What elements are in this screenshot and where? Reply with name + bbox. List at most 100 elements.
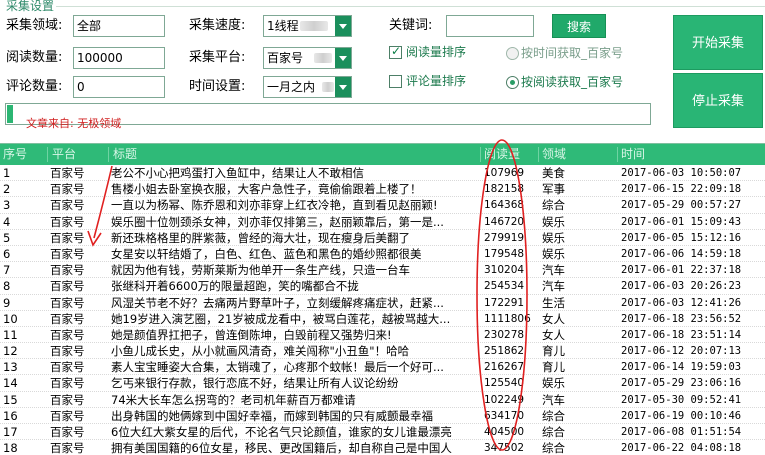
- cell-reads: 1111806: [484, 312, 531, 325]
- table-row[interactable]: 15 百家号 74米大长车怎么拐弯的？老司机年薪百万都难请 102249 汽车 2017-…: [0, 392, 765, 408]
- cell-title: 她19岁进入演艺圈，21岁被成龙看中，被骂白莲花，越被骂越大...: [111, 311, 451, 326]
- comment-sort-label[interactable]: 评论量排序: [406, 73, 466, 89]
- chevron-down-icon[interactable]: [335, 48, 351, 68]
- cell-reads: 172291: [484, 296, 525, 309]
- cell-time: 2017-06-12 20:07:13: [621, 345, 742, 358]
- header-platform[interactable]: 平台: [52, 144, 76, 165]
- cell-time: 2017-06-03 12:41:26: [621, 296, 742, 309]
- cell-reads: 107969: [484, 167, 525, 179]
- header-separator: [47, 147, 48, 162]
- by-time-radio[interactable]: [506, 47, 519, 60]
- table-row[interactable]: 1 百家号 老公不小心把鸡蛋打入鱼缸中，结果让人不敢相信 107969 美食 2017-0…: [0, 165, 765, 182]
- time-select-value: 一月之内: [267, 80, 316, 94]
- stop-button[interactable]: 停止采集: [673, 73, 763, 128]
- read-sort-label[interactable]: 阅读量排序: [406, 44, 466, 60]
- table-row[interactable]: 3 百家号 一直以为杨幂、陈乔恩和刘亦菲穿上红衣冷艳，直到看见赵丽颖! 164368 综…: [0, 197, 765, 214]
- cell-title: 拥有美国国籍的6位女星，移民、更改国籍后，却自称自己是中国人: [111, 441, 452, 455]
- cell-time: 2017-06-03 10:50:07: [621, 167, 742, 179]
- table-row[interactable]: 14 百家号 乞丐来银行存款，银行恋底不好，结果让所有人议论纷纷 125540 娱乐 20…: [0, 375, 765, 392]
- read-sort-checkbox[interactable]: [389, 44, 402, 59]
- header-no[interactable]: 序号: [3, 144, 27, 165]
- cell-title: 张继科开着6600万的限量超跑，笑的嘴都合不拢: [111, 279, 359, 294]
- table-row[interactable]: 16 百家号 出身韩国的她俩嫁到中国好幸福，而嫁到韩国的只有威颤最幸福 634170 综…: [0, 408, 765, 424]
- cell-reads: 102249: [484, 393, 525, 406]
- table-row[interactable]: 5 百家号 新还珠格格里的胖紫薇，曾经的海大壮，现在瘦身后美翻了 279919 娱乐 20…: [0, 230, 765, 246]
- results-table[interactable]: 序号 平台 标题 阅读量 领域 时间 1 百家号 老公不小心把鸡蛋打入鱼缸中，结果让…: [0, 143, 765, 455]
- cell-domain: 综合: [542, 198, 565, 213]
- cell-time: 2017-06-15 22:09:18: [621, 183, 742, 196]
- cell-domain: 生活: [542, 295, 565, 310]
- table-row[interactable]: 2 百家号 售楼小姐去卧室换衣服，大客户急性子，竟偷偷跟着上楼了！ 182158 军事 2…: [0, 181, 765, 198]
- table-row[interactable]: 11 百家号 她是颜值界扛把子，曾连倒陈坤，白毁前程又强势归来! 230278 女人 20…: [0, 327, 765, 344]
- cell-title: 新还珠格格里的胖紫薇，曾经的海大壮，现在瘦身后美翻了: [111, 230, 410, 245]
- cell-time: 2017-06-18 23:51:14: [621, 328, 742, 341]
- table-row[interactable]: 6 百家号 女星安以轩结婚了，白色、红色、蓝色和黑色的婚纱照都很美 179548 娱乐 2…: [0, 246, 765, 263]
- keyword-input[interactable]: [446, 15, 534, 37]
- cell-domain: 娱乐: [542, 214, 565, 229]
- cell-domain: 女人: [542, 327, 565, 342]
- cell-time: 2017-06-08 01:51:54: [621, 426, 742, 438]
- platform-select[interactable]: 百家号: [263, 47, 352, 69]
- table-row[interactable]: 4 百家号 娱乐圈十位刎颈杀女神，刘亦菲仅排第三，赵丽颖靠后，第一是... 14672…: [0, 214, 765, 230]
- cell-platform: 百家号: [50, 230, 85, 245]
- settings-group-title: 采集设置: [6, 0, 55, 13]
- domain-input[interactable]: 全部: [73, 15, 165, 37]
- time-select-blur: [322, 82, 334, 92]
- table-row[interactable]: 10 百家号 她19岁进入演艺圈，21岁被成龙看中，被骂白莲花，越被骂越大... 11…: [0, 311, 765, 327]
- cell-title: 一直以为杨幂、陈乔恩和刘亦菲穿上红衣冷艳，直到看见赵丽颖!: [111, 198, 438, 213]
- table-row[interactable]: 13 百家号 素人宝宝睡姿大合集，太销魂了，心疼那个蚊帐！最后一个好可... 2162…: [0, 359, 765, 376]
- cell-no: 13: [3, 360, 18, 375]
- cell-time: 2017-06-19 00:10:46: [621, 409, 742, 422]
- domain-label: 采集领域:: [6, 18, 63, 33]
- header-reads[interactable]: 阅读量: [484, 144, 520, 165]
- search-button[interactable]: 搜索: [552, 14, 606, 38]
- read-count-input[interactable]: 100000: [73, 47, 165, 69]
- cell-domain: 汽车: [542, 392, 565, 407]
- comment-count-label: 评论数量:: [6, 79, 63, 94]
- cell-title: 出身韩国的她俩嫁到中国好幸福，而嫁到韩国的只有威颤最幸福: [111, 408, 433, 423]
- cell-domain: 娱乐: [542, 246, 565, 261]
- cell-platform: 百家号: [50, 263, 85, 278]
- cell-platform: 百家号: [50, 182, 85, 197]
- cell-platform: 百家号: [50, 360, 85, 375]
- start-button[interactable]: 开始采集: [673, 15, 763, 70]
- comment-count-input[interactable]: 0: [73, 76, 165, 98]
- cell-reads: 216267: [484, 361, 525, 374]
- header-separator: [538, 147, 539, 162]
- header-title[interactable]: 标题: [113, 144, 137, 165]
- cell-domain: 汽车: [542, 263, 565, 278]
- cell-no: 1: [3, 166, 11, 180]
- cell-platform: 百家号: [50, 344, 85, 359]
- header-time[interactable]: 时间: [621, 144, 645, 165]
- comment-sort-checkbox[interactable]: [389, 75, 402, 88]
- speed-select[interactable]: 1线程: [263, 15, 352, 37]
- header-separator: [617, 147, 618, 162]
- by-read-radio[interactable]: [506, 76, 519, 89]
- cell-no: 14: [3, 376, 18, 391]
- table-row[interactable]: 17 百家号 6位大红大紫女星的后代，不论名气只论颜值，谁家的女儿谁最漂亮 40450…: [0, 424, 765, 441]
- table-row[interactable]: 8 百家号 张继科开着6600万的限量超跑，笑的嘴都合不拢 254534 汽车 2017-…: [0, 278, 765, 295]
- chevron-down-icon[interactable]: [335, 16, 351, 36]
- table-row[interactable]: 12 百家号 小鱼儿成长史，从小就画风清奇，难关闯称"小丑鱼"！哈哈 251862 育儿…: [0, 343, 765, 360]
- cell-no: 4: [3, 214, 11, 229]
- cell-no: 12: [3, 344, 18, 359]
- table-row[interactable]: 7 百家号 就因为他有钱，劳斯莱斯为他单开一条生产线，只造一台车 310204 汽车 20…: [0, 262, 765, 279]
- cell-no: 2: [3, 182, 11, 197]
- by-read-label[interactable]: 按阅读获取_百家号: [521, 74, 623, 90]
- cell-time: 2017-05-30 09:52:41: [621, 393, 742, 406]
- group-divider: [56, 6, 765, 7]
- by-time-label[interactable]: 按时间获取_百家号: [521, 45, 623, 61]
- cell-platform: 百家号: [50, 246, 85, 261]
- cell-domain: 军事: [542, 182, 565, 197]
- chevron-down-icon[interactable]: [335, 77, 351, 97]
- time-select[interactable]: 一月之内: [263, 76, 352, 98]
- cell-reads: 404500: [484, 426, 525, 438]
- cell-no: 6: [3, 246, 11, 261]
- cell-domain: 娱乐: [542, 230, 565, 245]
- table-row[interactable]: 9 百家号 风湿关节老不好？去痛两片野草叶子，立刻缓解疼痛症状，赶紧... 17229…: [0, 295, 765, 311]
- header-domain[interactable]: 领域: [542, 144, 566, 165]
- table-row[interactable]: 18 百家号 拥有美国国籍的6位女星，移民、更改国籍后，却自称自己是中国人 34750…: [0, 440, 765, 455]
- cell-platform: 百家号: [50, 392, 85, 407]
- cell-time: 2017-06-05 15:12:16: [621, 231, 742, 244]
- cell-reads: 230278: [484, 328, 525, 341]
